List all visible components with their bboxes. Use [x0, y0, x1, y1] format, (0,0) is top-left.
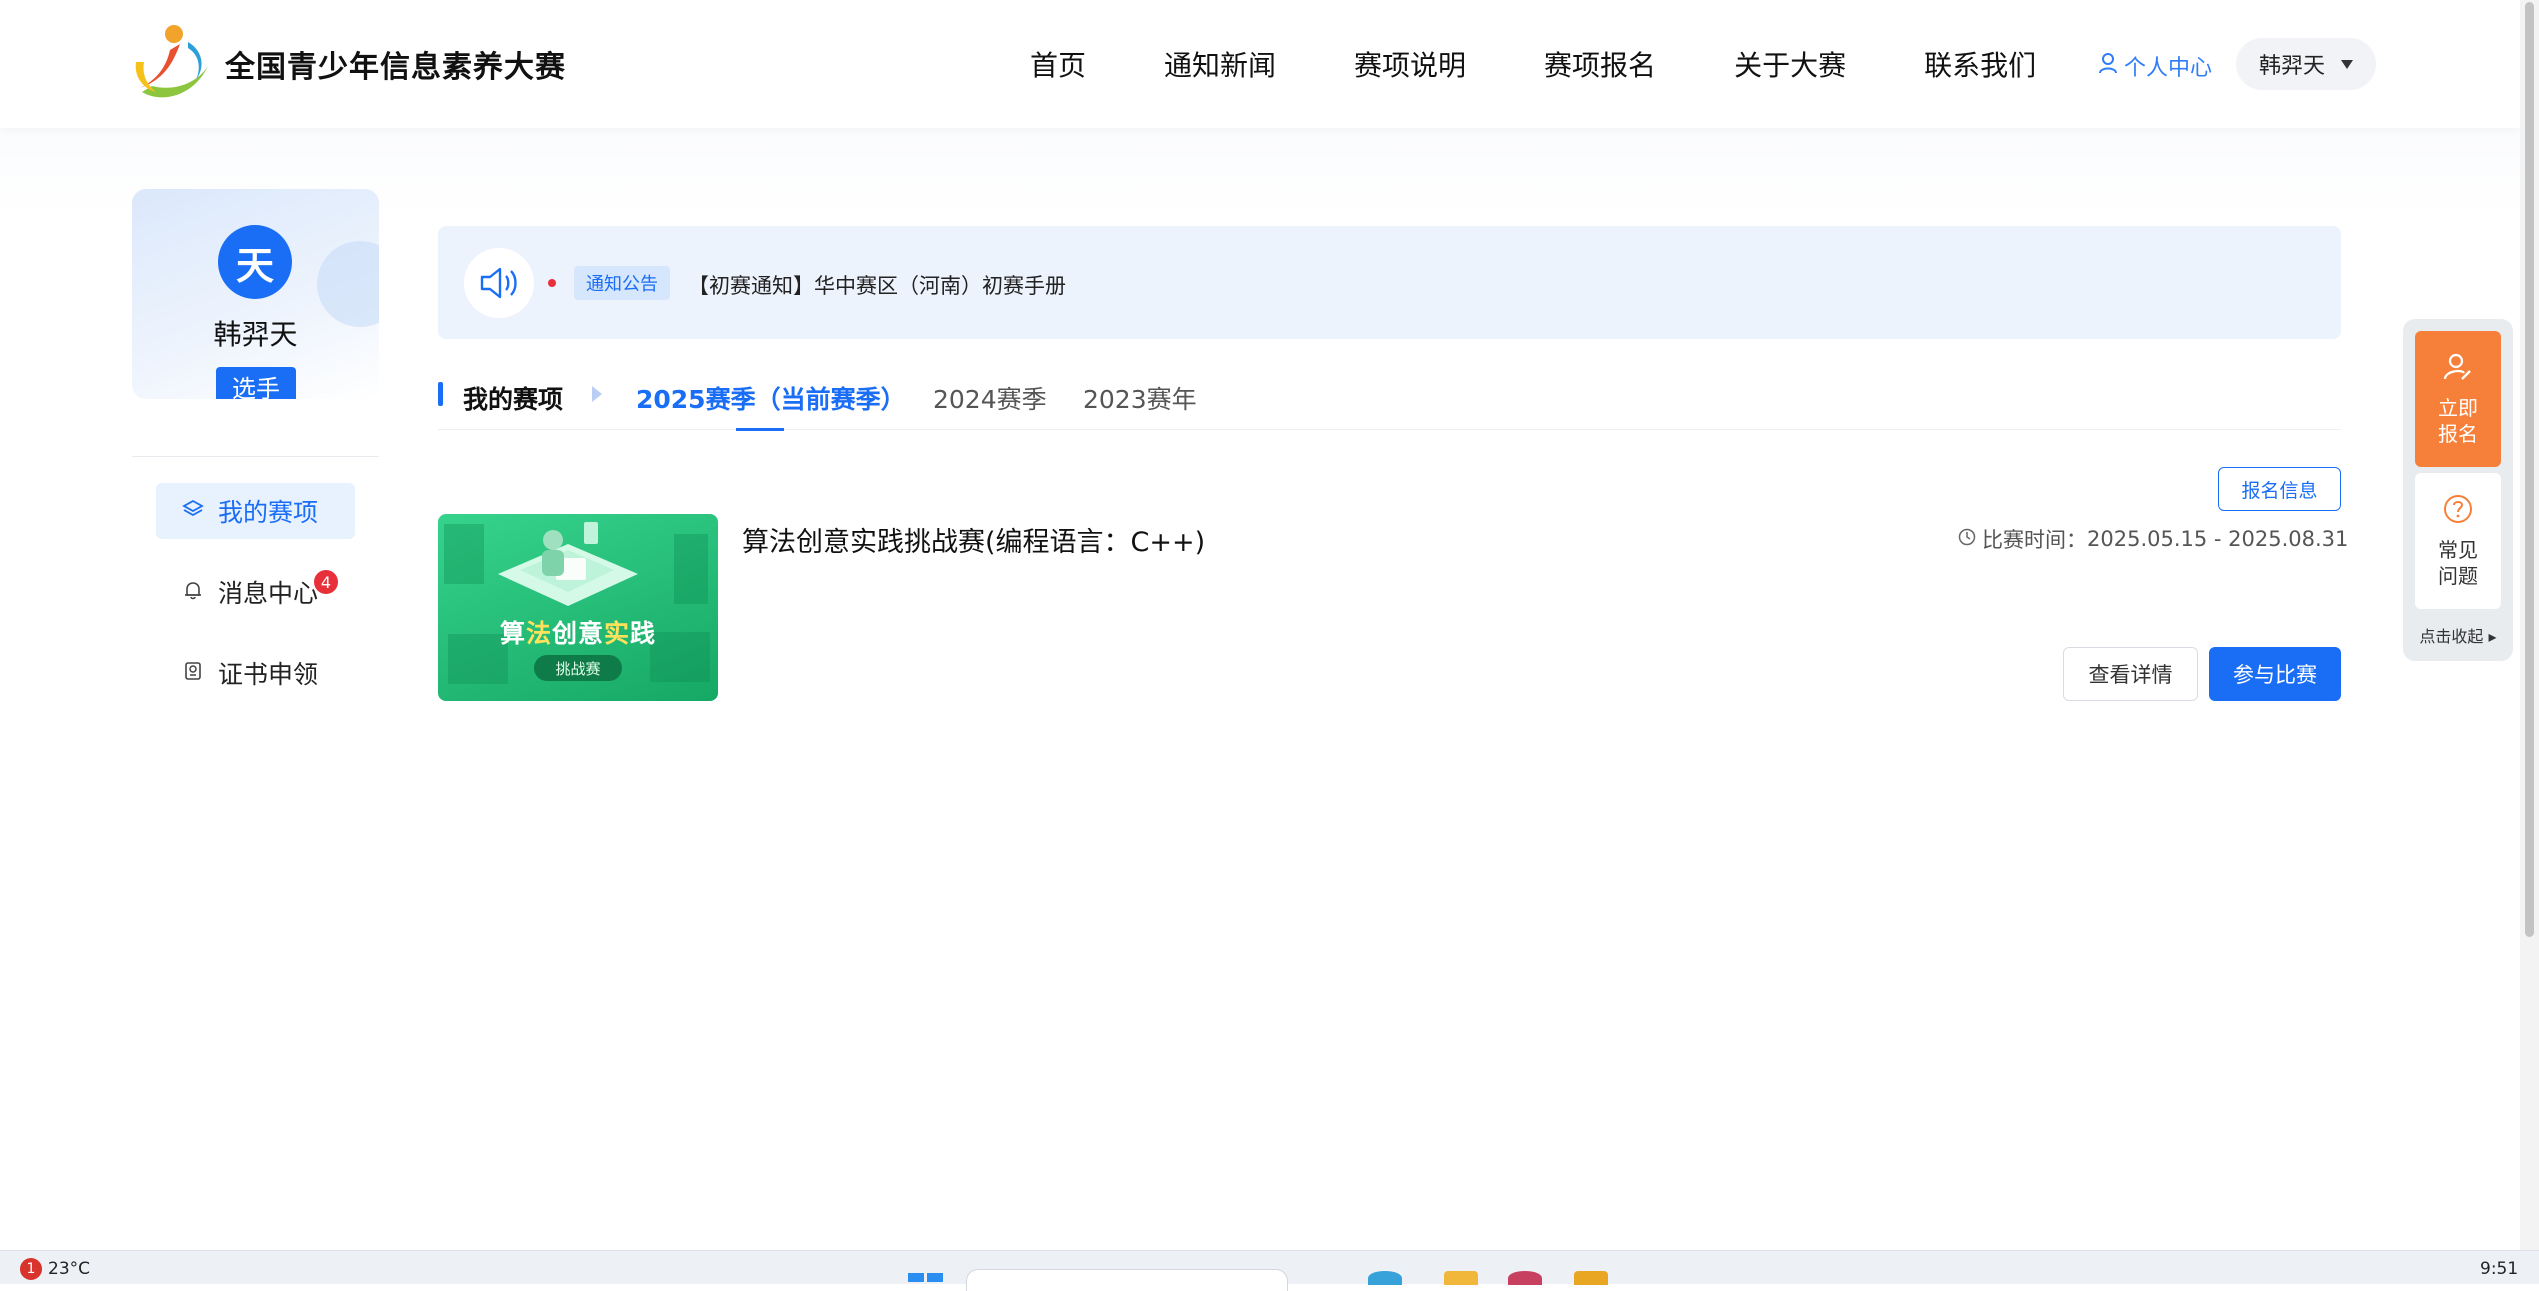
quick-register-line1: 立即	[2438, 396, 2478, 420]
user-dropdown-name: 韩羿天	[2258, 54, 2325, 79]
thumbnail-tag: 挑战赛	[534, 655, 622, 681]
faq-line2: 问题	[2438, 564, 2478, 588]
os-taskbar: 1 23°C 9:51	[0, 1250, 2539, 1291]
active-tab-underline	[736, 428, 784, 431]
windows-start-icon[interactable]	[908, 1273, 944, 1285]
weather-widget[interactable]: 1 23°C	[20, 1258, 90, 1280]
sidebar-item-messages[interactable]: 消息中心 4	[156, 564, 355, 620]
sidebar-item-label: 证书申领	[218, 660, 319, 689]
site-logo[interactable]	[132, 22, 216, 104]
notice-banner: 通知公告 【初赛通知】华中赛区（河南）初赛手册	[438, 226, 2341, 339]
app-icon-2[interactable]	[1574, 1271, 1608, 1285]
tab-heading: 我的赛项	[463, 385, 564, 414]
bell-icon	[182, 578, 204, 607]
competition-time-value: 2025.05.15 - 2025.08.31	[2087, 527, 2349, 551]
sidebar-item-my-events[interactable]: 我的赛项	[156, 483, 355, 539]
competition-time: 比赛时间： 2025.05.15 - 2025.08.31	[1958, 524, 2348, 554]
site-title: 全国青少年信息素养大赛	[225, 50, 566, 85]
arrow-right-icon	[592, 386, 602, 402]
edge-browser-icon[interactable]	[1368, 1271, 1402, 1285]
profile-card: 天 韩羿天 选手	[132, 189, 379, 399]
app-icon[interactable]	[1508, 1271, 1542, 1285]
nav-about[interactable]: 关于大赛	[1734, 44, 1846, 84]
message-count-badge: 4	[314, 570, 338, 594]
competition-thumbnail[interactable]: 算法创意实践 挑战赛	[438, 514, 718, 701]
certificate-icon	[182, 659, 204, 688]
tab-season-2023[interactable]: 2023赛年	[1083, 380, 1197, 416]
user-dropdown[interactable]: 韩羿天	[2236, 38, 2376, 90]
clock-icon	[1958, 527, 1976, 551]
tab-heading-accent	[438, 382, 443, 406]
user-icon	[2098, 52, 2118, 80]
nav-event-description[interactable]: 赛项说明	[1354, 44, 1466, 84]
notice-text-link[interactable]: 【初赛通知】华中赛区（河南）初赛手册	[688, 270, 1066, 300]
folder-icon[interactable]	[1444, 1271, 1478, 1285]
nav-news[interactable]: 通知新闻	[1164, 44, 1276, 84]
join-competition-button[interactable]: 参与比赛	[2209, 647, 2341, 701]
sidebar-divider	[132, 456, 379, 457]
quick-register-line2: 报名	[2438, 422, 2478, 446]
nav-event-registration[interactable]: 赛项报名	[1544, 44, 1656, 84]
question-icon	[2442, 493, 2474, 531]
thumbnail-title: 算法创意实践	[499, 619, 657, 648]
personal-center-label: 个人中心	[2124, 56, 2213, 81]
role-badge: 选手	[216, 367, 296, 399]
page: 全国青少年信息素养大赛 首页 通知新闻 赛项说明 赛项报名 关于大赛 联系我们 …	[0, 0, 2520, 1250]
tab-season-2024[interactable]: 2024赛季	[933, 380, 1047, 416]
main-nav: 首页 通知新闻 赛项说明 赛项报名 关于大赛 联系我们	[1030, 44, 2114, 84]
avatar: 天	[218, 225, 292, 299]
faq-button[interactable]: 常见 问题	[2415, 473, 2501, 609]
layers-icon	[182, 497, 204, 526]
sidebar-item-label: 消息中心	[218, 579, 319, 608]
notice-dot	[548, 279, 556, 287]
quick-register-button[interactable]: 立即 报名	[2415, 331, 2501, 467]
competition-title[interactable]: 算法创意实践挑战赛(编程语言：C++)	[742, 520, 1205, 559]
taskbar-clock[interactable]: 9:51	[2480, 1259, 2518, 1279]
speaker-icon	[464, 248, 534, 318]
weather-alert-badge: 1	[20, 1258, 42, 1280]
notice-tag: 通知公告	[574, 266, 670, 300]
scrollbar-thumb[interactable]	[2525, 2, 2534, 937]
page-scrollbar[interactable]	[2520, 0, 2539, 1250]
caret-right-icon: ▸	[2488, 627, 2497, 646]
collapse-panel-button[interactable]: 点击收起 ▸	[2403, 623, 2513, 647]
user-edit-icon	[2442, 351, 2474, 389]
personal-center-link[interactable]: 个人中心	[2098, 50, 2212, 82]
nav-contact[interactable]: 联系我们	[1924, 44, 2036, 84]
faq-line1: 常见	[2438, 538, 2478, 562]
floating-side-panel: 立即 报名 常见 问题 点击收起 ▸	[2403, 319, 2513, 661]
caret-down-icon	[2341, 59, 2353, 69]
sidebar-item-certificate[interactable]: 证书申领	[156, 645, 355, 701]
top-header: 全国青少年信息素养大赛 首页 通知新闻 赛项说明 赛项报名 关于大赛 联系我们 …	[0, 0, 2520, 128]
registration-info-button[interactable]: 报名信息	[2218, 467, 2341, 511]
season-tabs: 我的赛项 2025赛季（当前赛季） 2024赛季 2023赛年	[438, 370, 2341, 431]
profile-name: 韩羿天	[213, 318, 298, 351]
tab-season-2025[interactable]: 2025赛季（当前赛季）	[636, 380, 906, 416]
competition-time-label: 比赛时间：	[1982, 528, 2087, 552]
temperature: 23°C	[48, 1259, 91, 1279]
view-details-button[interactable]: 查看详情	[2063, 647, 2198, 701]
nav-home[interactable]: 首页	[1030, 44, 1086, 84]
taskbar-search[interactable]	[966, 1269, 1288, 1291]
sidebar-item-label: 我的赛项	[218, 498, 319, 527]
